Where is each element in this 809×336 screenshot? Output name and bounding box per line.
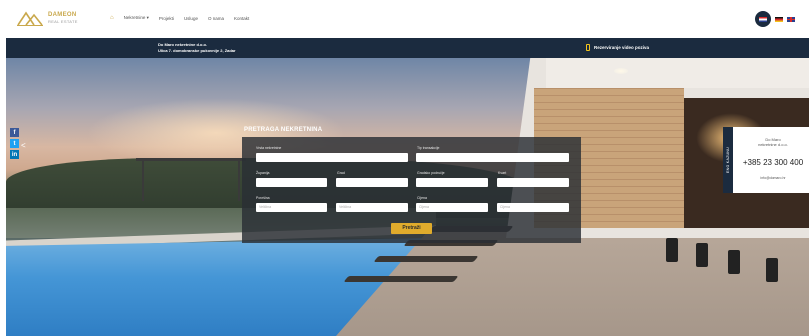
croatian-flag-icon: [759, 16, 767, 22]
nav-item-usluge[interactable]: Usluge: [184, 16, 198, 21]
home-icon[interactable]: ⌂: [110, 15, 114, 21]
english-flag-icon[interactable]: [787, 16, 795, 22]
chevron-down-icon: ▾: [146, 15, 149, 20]
logo-title: DAMEON: [48, 12, 77, 18]
property-type-label: Vrsta nekretnine: [256, 146, 282, 150]
company-street: Ulica 7. domobranske pukovnije 2, Zadar: [158, 48, 236, 53]
property-type-select[interactable]: [256, 153, 408, 162]
search-title: PRETRAGA NEKRETNINA: [244, 127, 323, 133]
price-to-input[interactable]: Cijena: [497, 203, 569, 212]
facebook-icon[interactable]: f: [10, 128, 19, 137]
logo-mark-icon: [17, 11, 43, 26]
language-switcher: [755, 11, 795, 27]
nav-item-kontakt[interactable]: Kontakt: [234, 16, 249, 21]
size-from-input[interactable]: Veličina: [256, 203, 327, 212]
nav-item-projekti[interactable]: Projekti: [159, 16, 174, 21]
agency-email[interactable]: info@domaro.hr: [737, 176, 809, 180]
area-select[interactable]: [416, 178, 488, 187]
social-share-rail: f t in: [10, 128, 19, 159]
phone-icon: [586, 44, 590, 51]
agency-name: Do Maro nekretnine d.o.o.: [758, 137, 788, 147]
logo-subtitle: REAL ESTATE: [48, 19, 78, 24]
share-icon[interactable]: <: [21, 141, 30, 150]
logo[interactable]: DAMEON REAL ESTATE: [16, 9, 78, 27]
price-from-input[interactable]: Cijena: [416, 203, 488, 212]
agency-tab-label: ENG KAZUNU: [726, 147, 730, 173]
twitter-icon[interactable]: t: [10, 139, 19, 148]
price-label: Cijena: [417, 196, 427, 200]
size-label: Površina: [256, 196, 270, 200]
language-hr-button[interactable]: [755, 11, 771, 27]
county-label: Županija: [256, 171, 270, 175]
area-label: Gradsko područje: [417, 171, 445, 175]
transaction-type-select[interactable]: [416, 153, 569, 162]
nav-item-o-nama[interactable]: O nama: [208, 16, 224, 21]
agency-tab[interactable]: ENG KAZUNU: [723, 127, 733, 193]
search-button[interactable]: Pretraži: [391, 223, 432, 234]
size-to-input[interactable]: Veličina: [336, 203, 408, 212]
video-call-link[interactable]: Rezerviranje video poziva: [586, 44, 649, 51]
county-select[interactable]: [256, 178, 327, 187]
info-bar: Do Maro nekretnine d.o.o. Ulica 7. domob…: [6, 38, 809, 58]
city-select[interactable]: [336, 178, 408, 187]
quarter-label: Kvart: [498, 171, 507, 175]
company-address: Do Maro nekretnine d.o.o. Ulica 7. domob…: [158, 42, 236, 54]
site-header: DAMEON REAL ESTATE ⌂ Nekretnine ▾ Projek…: [0, 0, 809, 38]
agency-contact-card: ENG KAZUNU Do Maro nekretnine d.o.o. +38…: [723, 127, 809, 193]
german-flag-icon[interactable]: [775, 16, 783, 22]
linkedin-icon[interactable]: in: [10, 150, 19, 159]
city-label: Grad: [337, 171, 345, 175]
video-call-label: Rezerviranje video poziva: [594, 45, 650, 50]
agency-phone[interactable]: +385 23 300 400: [737, 158, 809, 167]
transaction-type-label: Tip transakcije: [417, 146, 440, 150]
quarter-select[interactable]: [497, 178, 569, 187]
nav-item-nekretnine[interactable]: Nekretnine ▾: [124, 15, 149, 21]
main-nav: ⌂ Nekretnine ▾ Projekti Usluge O nama Ko…: [110, 15, 249, 21]
